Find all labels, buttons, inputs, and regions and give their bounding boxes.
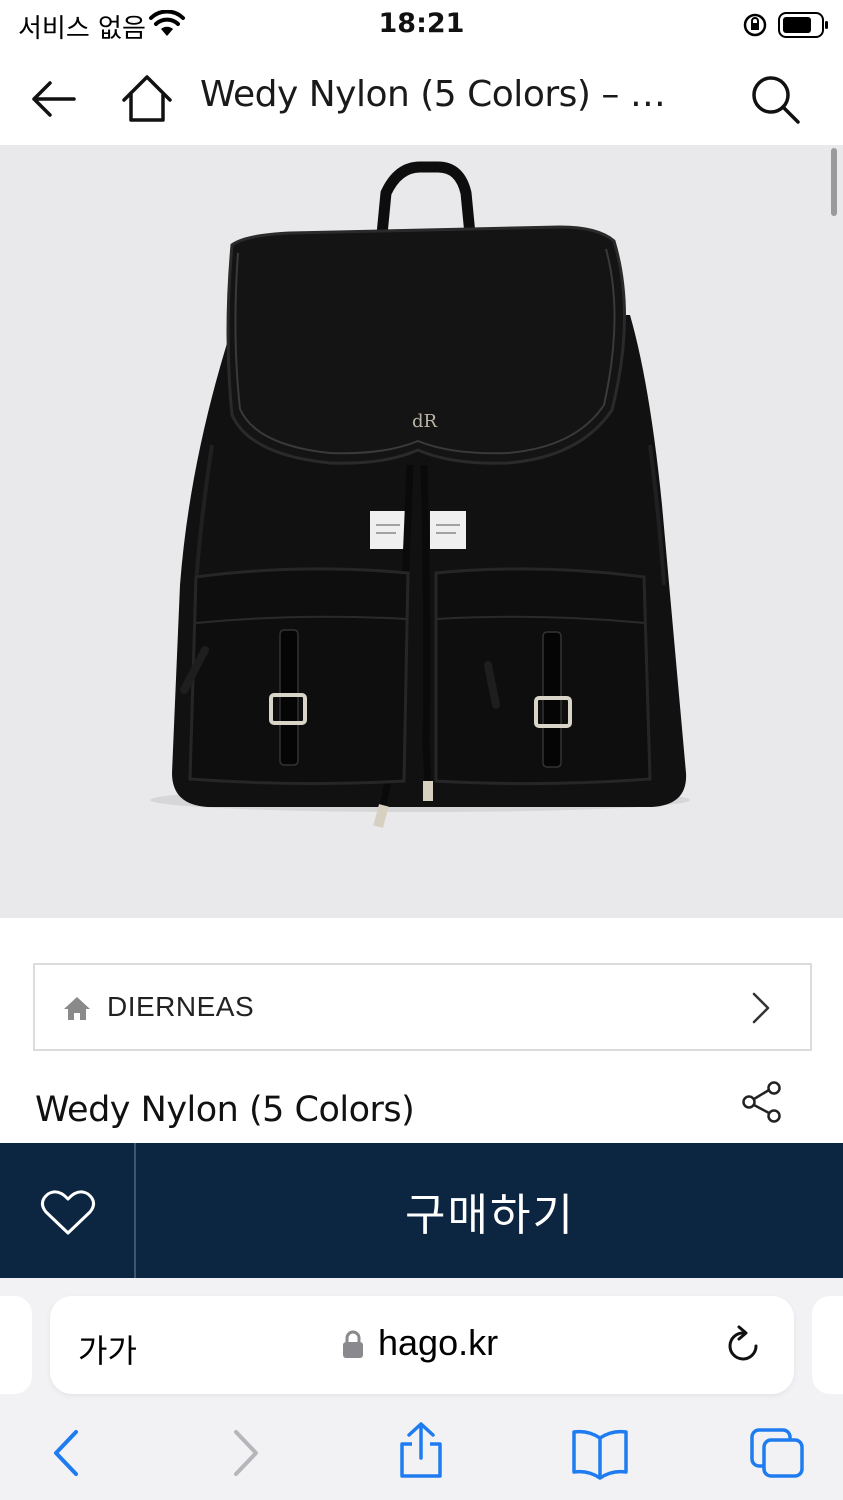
share-icon[interactable] <box>740 1080 784 1124</box>
bag-logo: dR <box>412 411 438 432</box>
buy-button-label: 구매하기 <box>405 1190 575 1241</box>
text-size-button[interactable]: 가가 <box>78 1326 137 1372</box>
padlock-icon <box>343 1330 363 1358</box>
page-title: Wedy Nylon (5 Colors) – … <box>200 74 666 115</box>
url-text: hago.kr <box>378 1322 499 1363</box>
home-icon[interactable] <box>120 72 174 124</box>
bookmarks-book-icon[interactable] <box>570 1426 630 1480</box>
address-bar[interactable]: 가가 hago.kr <box>50 1296 794 1394</box>
share-upload-icon[interactable] <box>396 1420 446 1480</box>
status-bar: 서비스 없음 18:21 <box>0 0 843 50</box>
scroll-indicator[interactable] <box>831 148 837 216</box>
brand-name: DIERNEAS <box>107 991 255 1022</box>
product-image[interactable]: dR <box>0 145 843 918</box>
status-time: 18:21 <box>378 8 465 39</box>
store-home-icon <box>64 997 90 1020</box>
brand-link[interactable]: DIERNEAS <box>33 963 812 1051</box>
wishlist-button[interactable] <box>0 1143 136 1278</box>
rotation-lock-icon <box>743 13 767 37</box>
buy-button[interactable]: 구매하기 <box>137 1143 843 1278</box>
next-tab-peek[interactable] <box>812 1296 843 1394</box>
backpack-image: dR <box>150 161 690 828</box>
tabs-icon[interactable] <box>748 1426 806 1480</box>
previous-tab-peek[interactable] <box>0 1296 32 1394</box>
reload-icon[interactable] <box>724 1324 764 1366</box>
product-title: Wedy Nylon (5 Colors) <box>35 1090 415 1130</box>
forward-chevron-icon[interactable] <box>230 1426 264 1480</box>
battery-icon <box>778 12 828 38</box>
browser-chrome: 가가 hago.kr <box>0 1278 843 1500</box>
search-icon[interactable] <box>748 72 802 126</box>
back-chevron-icon[interactable] <box>48 1426 82 1480</box>
buy-bar: 구매하기 <box>0 1143 843 1278</box>
chevron-right-icon <box>752 992 770 1024</box>
back-arrow-icon[interactable] <box>28 74 78 124</box>
nav-bar: Wedy Nylon (5 Colors) – … <box>0 50 843 145</box>
heart-icon <box>41 1190 95 1235</box>
